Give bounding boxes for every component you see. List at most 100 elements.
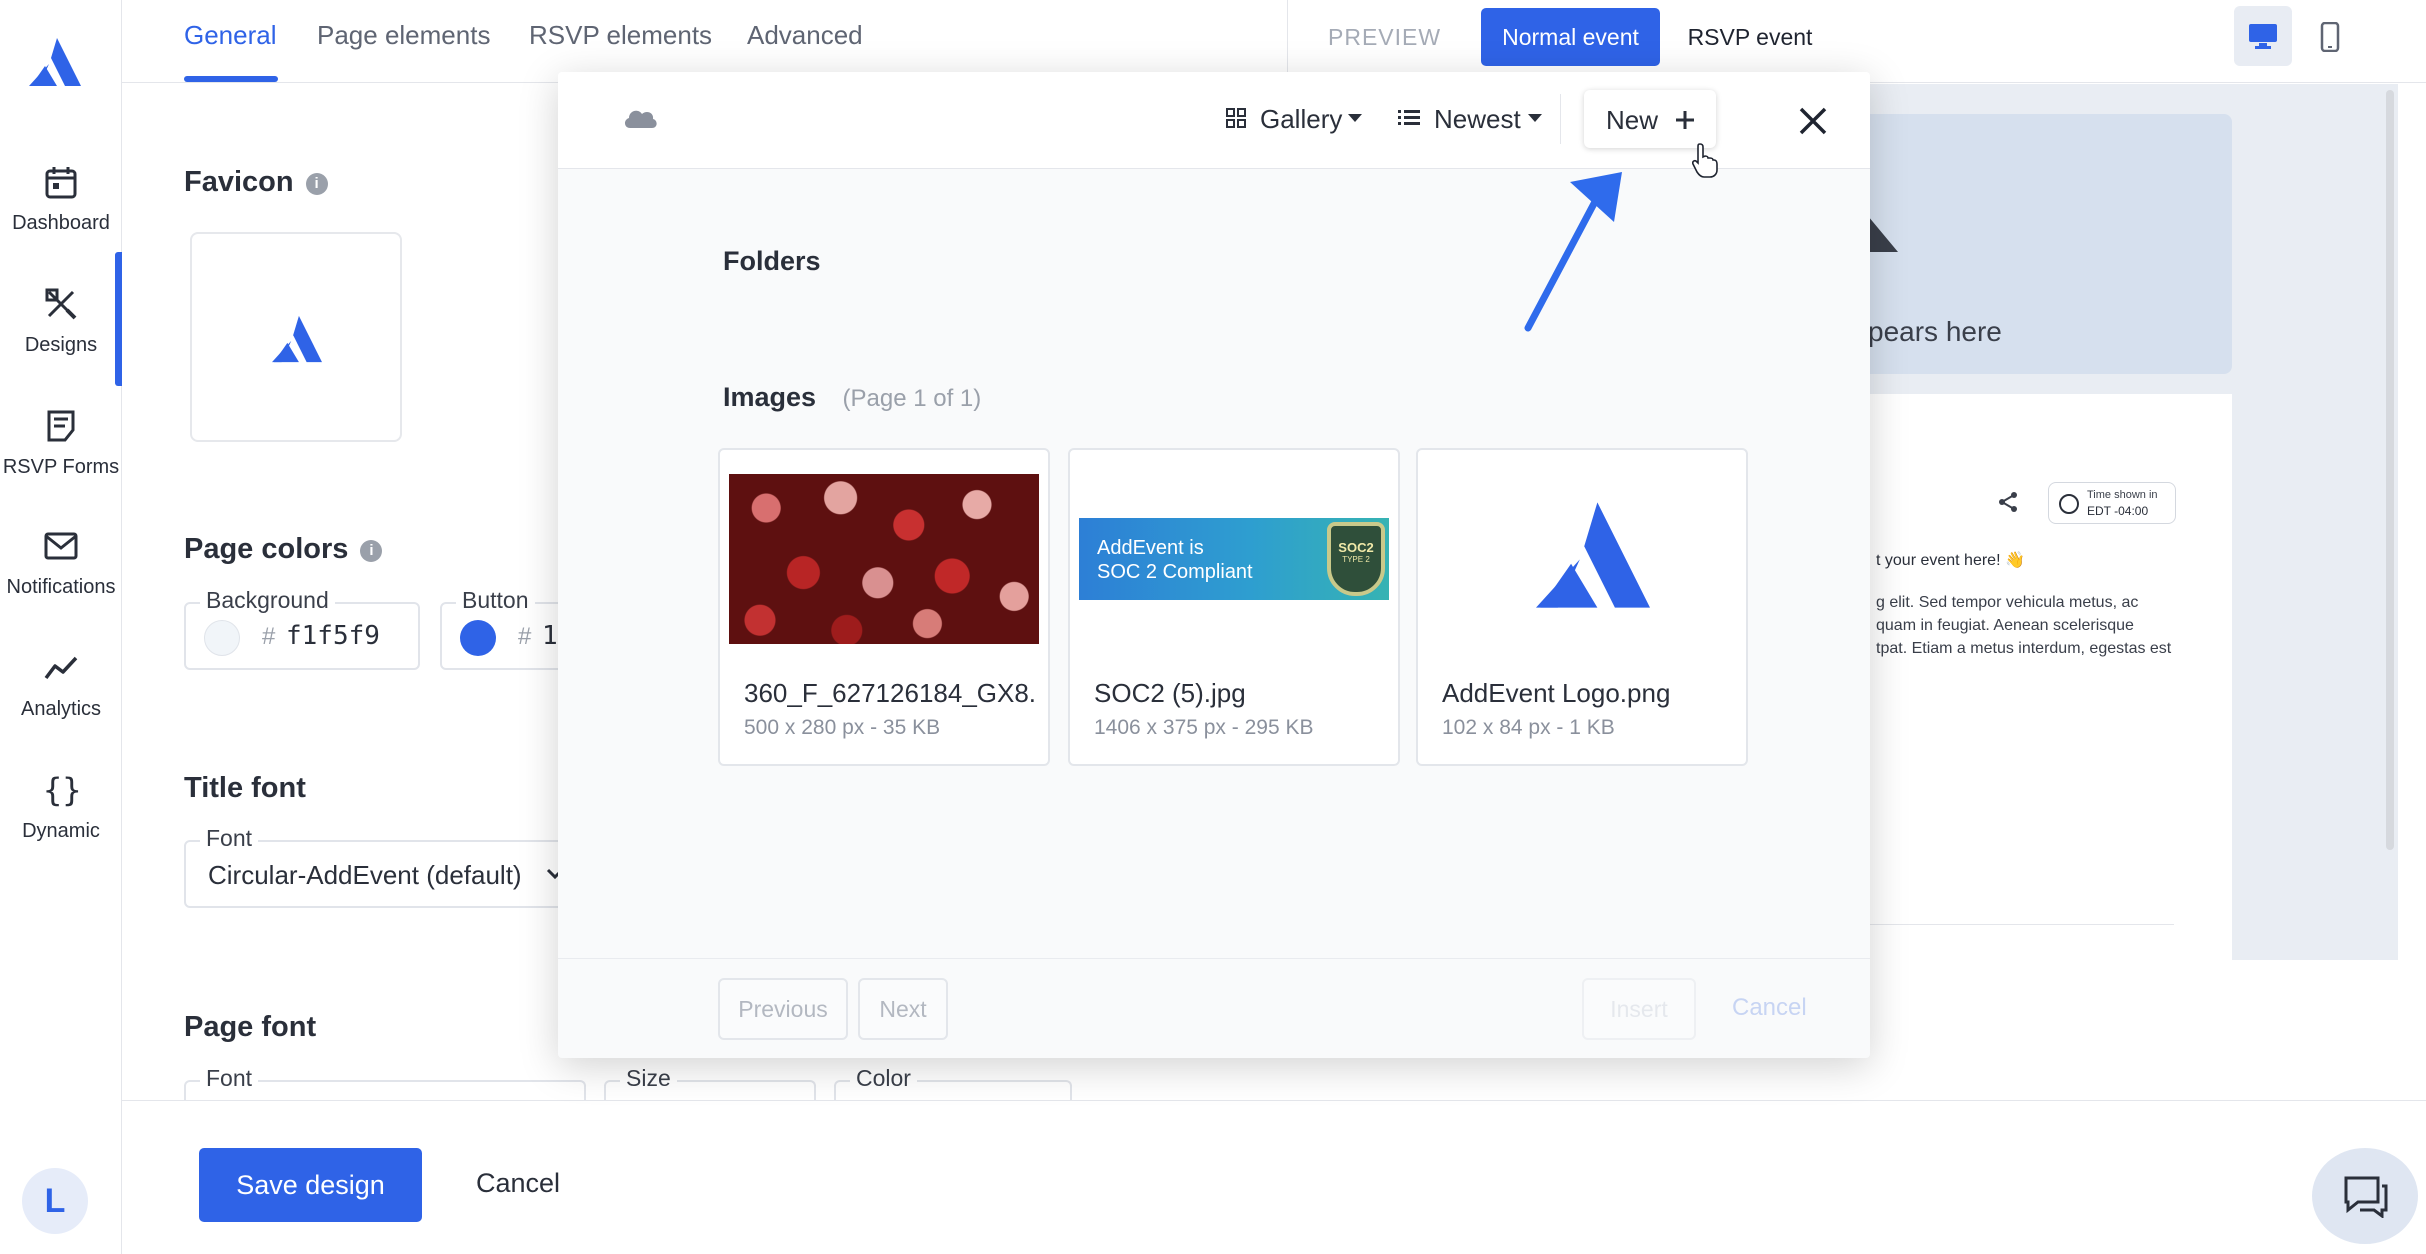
braces-icon: {} — [43, 771, 82, 809]
tab-advanced[interactable]: Advanced — [747, 20, 863, 51]
chat-button[interactable] — [2312, 1148, 2418, 1244]
preview-body-line: quam in feugiat. Aenean scelerisque — [1876, 617, 2134, 634]
rsvp-event-button[interactable]: RSVP event — [1670, 8, 1830, 66]
title-font-value: Circular-AddEvent (default) — [208, 860, 522, 890]
next-button[interactable]: Next — [858, 978, 948, 1040]
sidebar-item-analytics[interactable]: Analytics — [0, 650, 122, 760]
share-icon[interactable] — [1996, 490, 2020, 519]
footer-bar — [122, 1100, 2426, 1254]
favicon-preview[interactable] — [190, 232, 402, 442]
new-button[interactable]: New — [1584, 90, 1716, 148]
save-design-button[interactable]: Save design — [199, 1148, 422, 1222]
hash-symbol: # — [262, 623, 276, 650]
close-icon[interactable] — [1798, 106, 1828, 141]
sidebar-active-indicator — [115, 252, 122, 386]
image-name: AddEvent Logo.png — [1442, 678, 1671, 708]
timezone-badge[interactable]: Time shown in EDT -04:00 — [2048, 482, 2176, 524]
folders-title: Folders — [723, 246, 821, 276]
event-card: Time shown in EDT -04:00 t your event he… — [1868, 394, 2232, 960]
calendar-icon — [43, 164, 79, 200]
addevent-logo-icon — [1536, 502, 1650, 608]
tab-rsvp-elements[interactable]: RSVP elements — [529, 20, 712, 51]
sidebar-item-rsvp-forms[interactable]: RSVP Forms — [0, 408, 122, 518]
sidebar-item-label: Notifications — [6, 576, 116, 598]
normal-event-button[interactable]: Normal event — [1481, 8, 1660, 66]
grid-icon — [1226, 108, 1246, 133]
image-card[interactable]: AddEvent is SOC 2 Compliant SOC2 TYPE 2 … — [1068, 448, 1400, 766]
chart-line-icon — [43, 650, 79, 686]
design-tools-icon — [43, 286, 79, 322]
hero-placeholder: pears here — [1868, 114, 2232, 374]
banner-line: AddEvent is — [1097, 537, 1204, 559]
sidebar-item-label: Designs — [24, 334, 98, 356]
gallery-label: Gallery — [1260, 104, 1343, 134]
modal-footer-divider — [558, 958, 1870, 959]
form-icon — [43, 408, 79, 444]
preview-intro-text: t your event here! 👋 — [1876, 552, 2025, 569]
info-icon[interactable]: i — [305, 173, 328, 195]
previous-button[interactable]: Previous — [718, 978, 848, 1040]
sidebar-item-dashboard[interactable]: Dashboard — [0, 164, 122, 274]
sidebar-item-notifications[interactable]: Notifications — [0, 528, 122, 638]
modal-cancel-button[interactable]: Cancel — [1732, 994, 1807, 1022]
images-page-indicator: (Page 1 of 1) — [842, 385, 982, 412]
image-meta: 102 x 84 px - 1 KB — [1442, 716, 1615, 739]
addevent-logo-thumbnail — [1427, 474, 1737, 644]
title-font-title: Title font — [184, 772, 306, 804]
page-font-label: Font — [200, 1065, 259, 1092]
favicon-logo-icon — [272, 315, 322, 363]
hero-placeholder-text: pears here — [1868, 316, 2002, 347]
plus-icon — [1674, 109, 1696, 136]
size-label: Size — [620, 1065, 677, 1092]
mobile-view-button[interactable] — [2310, 6, 2350, 66]
page-font-select[interactable]: Font — [184, 1065, 586, 1100]
page-colors-title: Page colors i — [184, 533, 383, 566]
cancel-button[interactable]: Cancel — [476, 1168, 560, 1199]
toolbar-divider — [1560, 94, 1561, 144]
mobile-icon — [2320, 21, 2340, 57]
event-preview: pears here Time shown in EDT -04:00 t yo… — [1868, 84, 2398, 960]
button-label: Button — [456, 587, 535, 614]
images-title-row: Images (Page 1 of 1) — [723, 382, 981, 413]
button-swatch[interactable] — [460, 620, 496, 656]
title-font-select[interactable]: Font Circular-AddEvent (default) — [184, 825, 584, 908]
button-hex-input[interactable]: 1 — [542, 621, 558, 651]
mountain-icon — [1868, 216, 1898, 252]
background-color-field[interactable]: Background # f1f5f9 — [184, 587, 420, 670]
page-font-size-select[interactable]: Size — [604, 1065, 816, 1100]
background-swatch[interactable] — [204, 620, 240, 656]
tab-general[interactable]: General — [184, 20, 277, 51]
soc2-thumbnail: AddEvent is SOC 2 Compliant SOC2 TYPE 2 — [1079, 518, 1389, 600]
timezone-line2: EDT -04:00 — [2087, 504, 2149, 518]
image-card[interactable]: 360_F_627126184_GX8... 500 x 280 px - 35… — [718, 448, 1050, 766]
sidebar-item-label: RSVP Forms — [2, 456, 120, 478]
page-font-color-field[interactable]: Color — [834, 1065, 1072, 1100]
timezone-line1: Time shown in — [2087, 489, 2158, 501]
sidebar-item-designs[interactable]: Designs — [0, 286, 122, 396]
background-hex-input[interactable]: f1f5f9 — [286, 621, 380, 651]
hash-symbol: # — [518, 623, 532, 650]
sidebar-item-dynamic[interactable]: {} Dynamic — [0, 772, 122, 882]
desktop-view-button[interactable] — [2234, 6, 2292, 66]
avatar[interactable]: L — [22, 1168, 88, 1234]
sidebar: Dashboard Designs RSVP Forms Notificatio… — [0, 0, 122, 1254]
annotation-arrow-icon — [1524, 172, 1622, 332]
chat-icon — [2342, 1174, 2390, 1223]
title-font-label: Font — [200, 825, 259, 852]
page-font-title: Page font — [184, 1011, 317, 1043]
insert-button[interactable]: Insert — [1582, 978, 1696, 1040]
sidebar-item-label: Dashboard — [12, 212, 110, 234]
preview-label: PREVIEW — [1328, 24, 1442, 50]
banner-line: SOC 2 Compliant — [1097, 561, 1253, 583]
caret-down-icon — [1348, 114, 1362, 122]
info-icon[interactable]: i — [360, 540, 383, 562]
newest-label: Newest — [1434, 104, 1521, 134]
image-name: SOC2 (5).jpg — [1094, 678, 1246, 708]
roses-thumbnail — [729, 474, 1039, 644]
preview-scrollbar[interactable] — [2386, 90, 2394, 850]
tab-page-elements[interactable]: Page elements — [317, 20, 490, 51]
media-library-modal: Gallery Newest New Folders Images (Page … — [558, 72, 1870, 1058]
app-logo[interactable] — [27, 36, 83, 88]
image-card[interactable]: AddEvent Logo.png 102 x 84 px - 1 KB — [1416, 448, 1748, 766]
image-meta: 1406 x 375 px - 295 KB — [1094, 716, 1314, 739]
